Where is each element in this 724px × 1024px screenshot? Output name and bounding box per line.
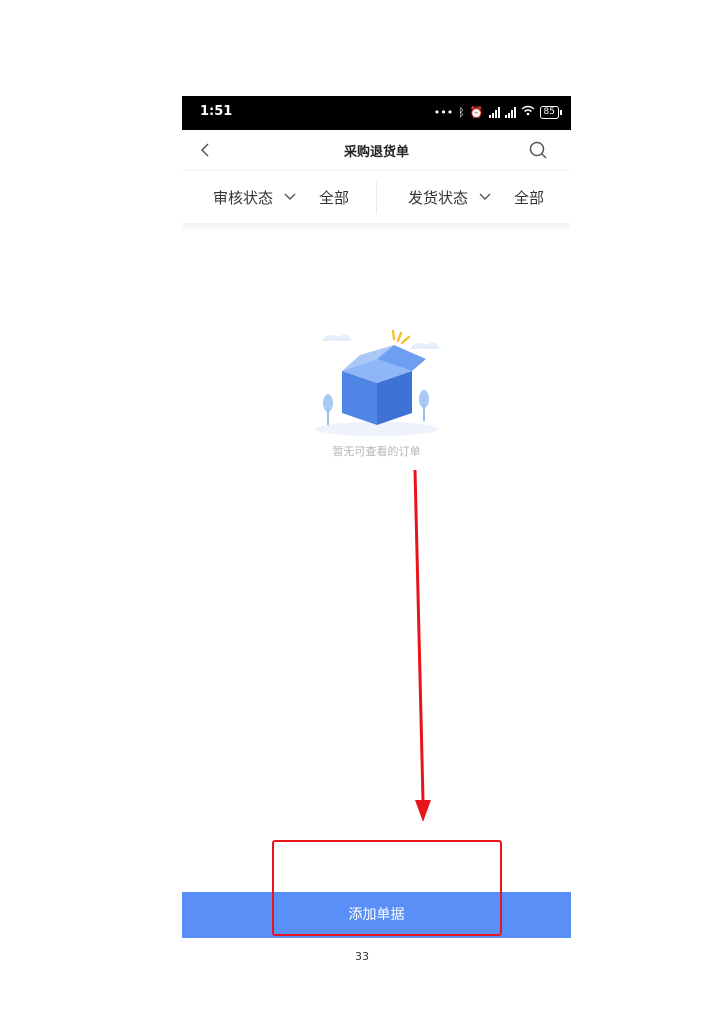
filter-divider — [376, 182, 377, 214]
status-icons: ••• ᛒ ⏰ 85 — [433, 103, 563, 121]
shipping-status-filter[interactable]: 发货状态 全部 — [408, 171, 544, 223]
filter-value: 全部 — [514, 188, 545, 207]
status-time: 1:51 — [200, 104, 233, 119]
status-bar: 1:51 ••• ᛒ ⏰ 85 — [182, 96, 571, 130]
empty-state: 暂无可查看的订单 — [182, 321, 571, 459]
chevron-down-icon — [283, 190, 297, 204]
signal-icon — [488, 106, 500, 118]
audit-status-filter[interactable]: 审核状态 全部 — [213, 171, 349, 223]
page-title: 采购退货单 — [343, 145, 409, 160]
page-number: 33 — [355, 950, 369, 963]
wifi-icon — [521, 105, 535, 119]
filter-bar: 审核状态 全部 发货状态 全部 — [182, 171, 571, 223]
empty-message: 暂无可查看的订单 — [332, 445, 421, 458]
chevron-down-icon — [478, 190, 492, 204]
nav-bar: 采购退货单 — [182, 130, 571, 171]
empty-box-illustration — [314, 329, 440, 436]
bluetooth-icon: ᛒ — [458, 105, 465, 119]
annotation-highlight-box — [272, 840, 502, 936]
search-icon[interactable] — [527, 139, 549, 161]
more-dots-icon: ••• — [433, 105, 454, 119]
filter-label: 发货状态 — [408, 188, 469, 207]
filter-value: 全部 — [319, 188, 350, 207]
alarm-icon: ⏰ — [469, 105, 484, 119]
filter-label: 审核状态 — [213, 188, 274, 207]
battery-icon: 85 — [539, 105, 563, 119]
signal-icon — [504, 106, 516, 118]
phone-screen: 1:51 ••• ᛒ ⏰ 85 采购退货单 审核状态 全部 发货状态 全部 暂无… — [182, 96, 571, 938]
